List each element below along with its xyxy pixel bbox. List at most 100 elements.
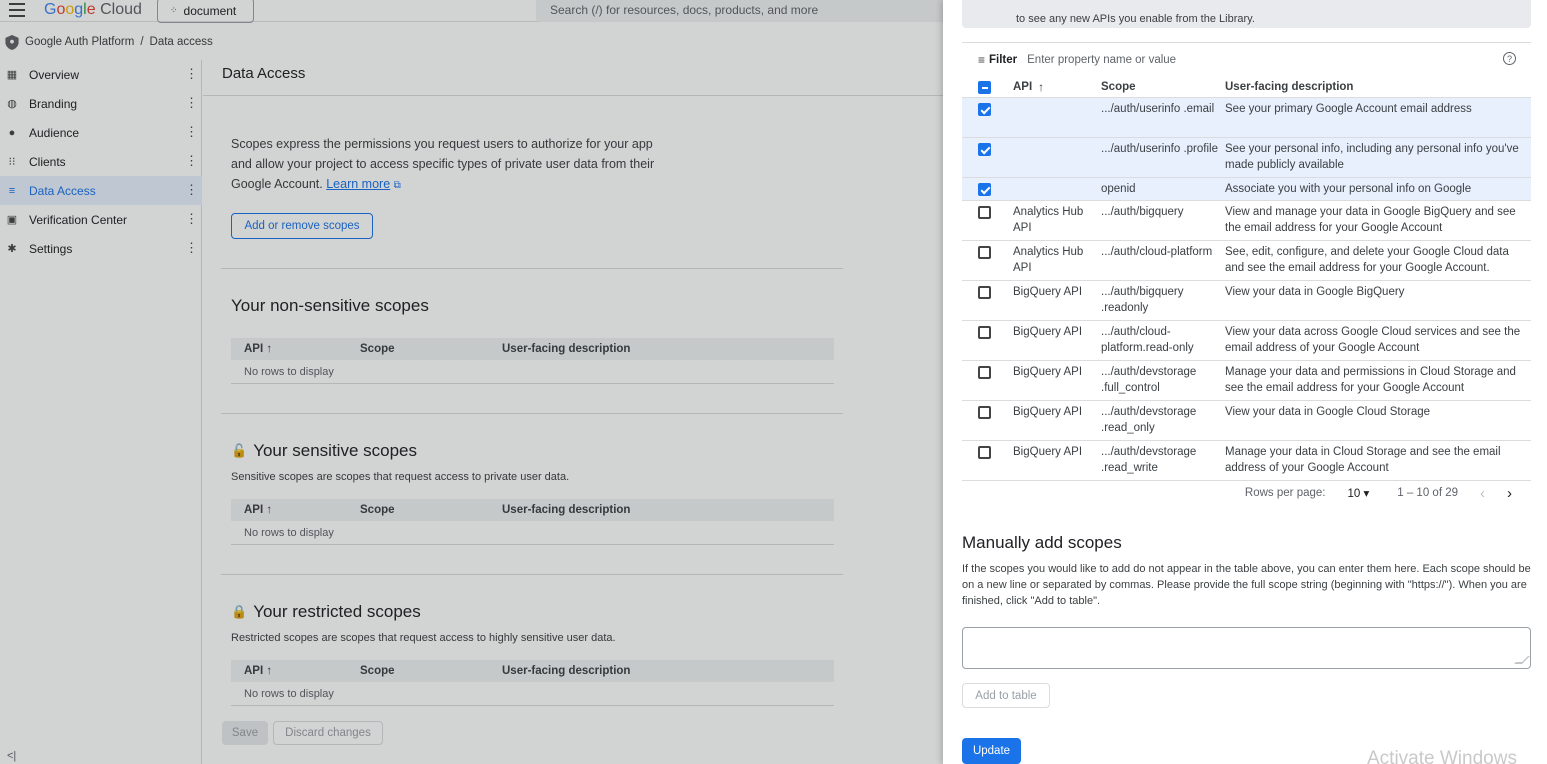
column-api[interactable]: API ↑	[244, 343, 360, 355]
column-api-label: API	[244, 665, 264, 677]
column-scope: Scope	[1101, 80, 1136, 93]
breadcrumb-current: Data access	[149, 36, 213, 48]
palette-icon: ◍	[7, 98, 17, 110]
row-description: View and manage your data in Google BigQ…	[1225, 206, 1516, 234]
sidebar-item-settings[interactable]: ✱ Settings ⋮	[0, 234, 202, 263]
sidebar-item-branding[interactable]: ◍ Branding ⋮	[0, 89, 202, 118]
resize-handle-icon[interactable]	[1514, 656, 1530, 664]
more-vert-icon[interactable]: ⋮	[185, 96, 198, 110]
add-remove-scopes-button[interactable]: Add or remove scopes	[231, 213, 373, 239]
sidebar: ▦ Overview ⋮ ◍ Branding ⋮ ● Audience ⋮ ⁝…	[0, 60, 202, 764]
select-all-checkbox[interactable]	[978, 81, 991, 94]
table-row[interactable]: .../auth/userinfo .email See your primary…	[962, 98, 1531, 138]
verified-icon: ▣	[6, 214, 18, 226]
sidebar-item-label: Branding	[29, 96, 78, 111]
section-title-text: Your non-sensitive scopes	[231, 296, 429, 315]
row-scope: openid	[1101, 183, 1136, 195]
row-description: Associate you with your personal info on…	[1225, 183, 1472, 195]
shield-icon	[5, 34, 19, 50]
sidebar-item-audience[interactable]: ● Audience ⋮	[0, 118, 202, 147]
row-checkbox[interactable]	[978, 143, 991, 156]
table-row[interactable]: openid Associate you with your personal i…	[962, 178, 1531, 201]
row-checkbox[interactable]	[978, 406, 991, 419]
previous-page-icon[interactable]: ‹	[1480, 485, 1485, 502]
breadcrumb: Google Auth Platform / Data access	[0, 31, 943, 53]
update-button[interactable]: Update	[962, 738, 1021, 764]
column-api[interactable]: API ↑	[244, 665, 360, 677]
row-checkbox[interactable]	[978, 286, 991, 299]
learn-more-link[interactable]: Learn more	[326, 177, 390, 191]
table-row[interactable]: Analytics Hub API .../auth/bigquery View a…	[962, 201, 1531, 241]
row-scope: .../auth/devstorage .read_write	[1101, 446, 1197, 474]
more-vert-icon[interactable]: ⋮	[185, 154, 198, 168]
sidebar-item-overview[interactable]: ▦ Overview ⋮	[0, 60, 202, 89]
column-api[interactable]: API ↑	[1013, 80, 1101, 94]
sidebar-item-label: Settings	[29, 241, 73, 256]
column-api[interactable]: API ↑	[244, 504, 360, 516]
row-checkbox[interactable]	[978, 446, 991, 459]
filter-bar[interactable]: ≡ Filter Enter property name or value ?	[962, 42, 1531, 76]
table-row[interactable]: BigQuery API .../auth/devstorage .read_wr…	[962, 441, 1531, 481]
save-button[interactable]: Save	[222, 721, 268, 745]
row-api: Analytics Hub API	[1013, 246, 1084, 274]
collapse-sidebar-icon[interactable]: <|	[7, 750, 16, 762]
breadcrumb-separator: /	[140, 36, 144, 48]
manual-scopes-textarea[interactable]	[962, 627, 1531, 669]
sensitive-table: API ↑ Scope User-facing description No r…	[231, 499, 834, 545]
row-checkbox-cell	[962, 141, 1013, 156]
row-description: See your personal info, including any pe…	[1225, 143, 1519, 171]
dropdown-arrow-icon: ▾	[1363, 488, 1370, 500]
select-all-cell	[962, 79, 1013, 94]
sidebar-item-verification-center[interactable]: ▣ Verification Center ⋮	[0, 205, 202, 234]
sidebar-item-data-access[interactable]: ≡ Data Access ⋮	[0, 176, 202, 205]
table-row[interactable]: Analytics Hub API .../auth/cloud-platform…	[962, 241, 1531, 281]
non-sensitive-table: API ↑ Scope User-facing description No r…	[231, 338, 834, 384]
help-icon[interactable]: ?	[1503, 52, 1516, 65]
discard-changes-button[interactable]: Discard changes	[273, 721, 383, 745]
row-checkbox-cell	[962, 284, 1013, 299]
table-row[interactable]: BigQuery API .../auth/bigquery .readonly V…	[962, 281, 1531, 321]
table-row[interactable]: BigQuery API .../auth/devstorage .read_on…	[962, 401, 1531, 441]
column-description: User-facing description	[1225, 80, 1354, 93]
row-checkbox[interactable]	[978, 366, 991, 379]
next-page-icon[interactable]: ›	[1507, 485, 1512, 502]
row-checkbox[interactable]	[978, 206, 991, 219]
add-to-table-button[interactable]: Add to table	[962, 683, 1050, 708]
more-vert-icon[interactable]: ⋮	[185, 183, 198, 197]
learn-more-label: Learn more	[326, 177, 391, 191]
table-row[interactable]: BigQuery API .../auth/cloud-platform.read…	[962, 321, 1531, 361]
grid-icon: ▦	[6, 69, 18, 81]
table-row[interactable]: BigQuery API .../auth/devstorage .full_co…	[962, 361, 1531, 401]
more-vert-icon[interactable]: ⋮	[185, 67, 198, 81]
row-checkbox[interactable]	[978, 246, 991, 259]
restricted-desc: Restricted scopes are scopes that reques…	[231, 632, 616, 644]
table-header: API ↑ Scope User-facing description	[231, 338, 834, 360]
sidebar-item-clients[interactable]: ⁝⁝ Clients ⋮	[0, 147, 202, 176]
rows-per-page-value: 10	[1347, 488, 1361, 500]
menu-icon[interactable]	[9, 3, 25, 17]
filter-input[interactable]: Enter property name or value	[1027, 54, 1176, 66]
rows-per-page-select[interactable]: 10 ▾	[1347, 486, 1369, 500]
project-picker-button[interactable]: ⁘ document	[157, 0, 254, 23]
sensitive-desc: Sensitive scopes are scopes that request…	[231, 471, 570, 483]
row-description: See, edit, configure, and delete your Go…	[1225, 246, 1509, 274]
row-scope: .../auth/cloud-platform	[1101, 246, 1213, 258]
row-scope: .../auth/devstorage .read_only	[1101, 406, 1197, 434]
empty-row: No rows to display	[231, 521, 834, 545]
arrow-up-icon: ↑	[266, 504, 273, 516]
row-checkbox-cell	[962, 404, 1013, 419]
google-cloud-logo[interactable]: Google Cloud	[44, 1, 142, 19]
row-checkbox[interactable]	[978, 103, 991, 116]
sidebar-item-label: Verification Center	[29, 212, 128, 227]
row-checkbox[interactable]	[978, 326, 991, 339]
intro-body: Scopes express the permissions you reque…	[231, 137, 655, 191]
search-input[interactable]: Search (/) for resources, docs, products…	[536, 0, 943, 22]
more-vert-icon[interactable]: ⋮	[185, 241, 198, 255]
row-scope: .../auth/bigquery .readonly	[1101, 286, 1184, 314]
table-row[interactable]: .../auth/userinfo .profile See your perso…	[962, 138, 1531, 178]
more-vert-icon[interactable]: ⋮	[185, 212, 198, 226]
more-vert-icon[interactable]: ⋮	[185, 125, 198, 139]
breadcrumb-root[interactable]: Google Auth Platform	[25, 36, 134, 48]
row-scope: .../auth/cloud-platform.read-only	[1101, 326, 1194, 354]
row-checkbox[interactable]	[978, 183, 991, 196]
